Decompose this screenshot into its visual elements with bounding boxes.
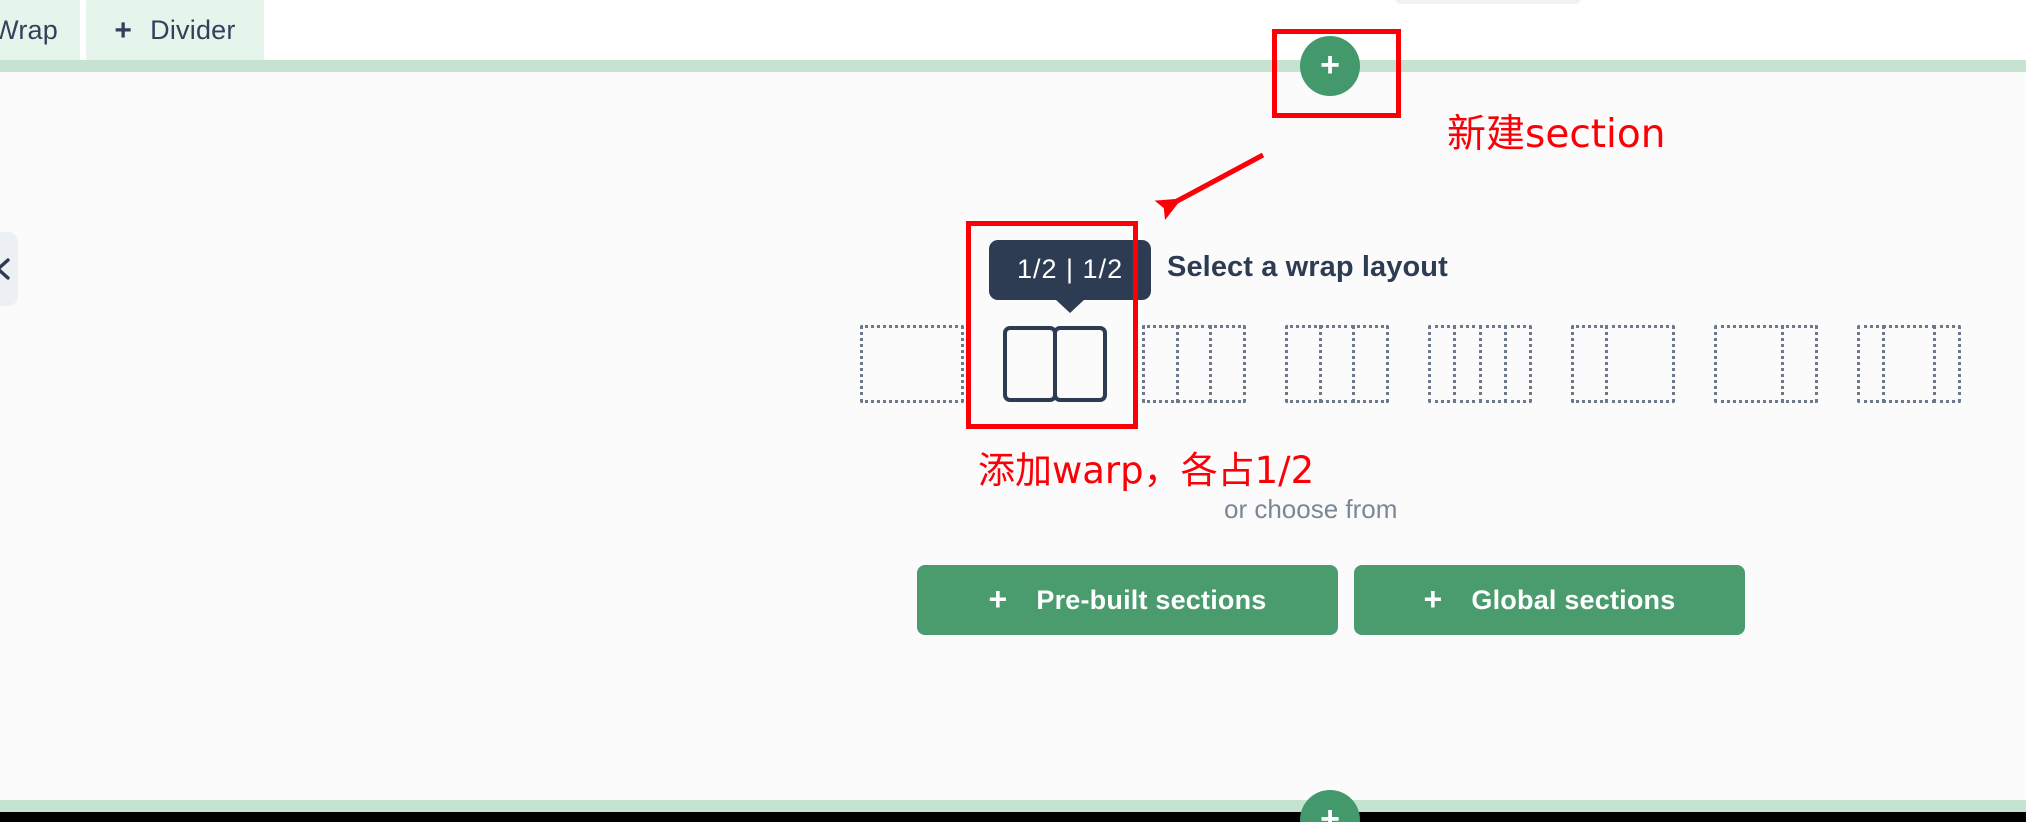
layout-cell	[1428, 325, 1457, 403]
choose-from-label: or choose from	[1224, 494, 1398, 524]
wrap-layout-option-three-equal[interactable]	[1285, 325, 1390, 403]
sidebar-collapse-handle[interactable]	[0, 232, 18, 306]
layout-cell	[1882, 325, 1936, 403]
layout-cell	[1857, 325, 1885, 403]
wrap-layout-option-narrow-wide[interactable]	[1857, 325, 1961, 403]
wrap-layout-option-three-columns[interactable]	[1142, 325, 1247, 403]
layout-cell	[1478, 325, 1507, 403]
layout-cell	[1175, 325, 1213, 403]
plus-icon: +	[1423, 581, 1443, 617]
toolbar-button-wrap-label: Wrap	[0, 15, 58, 45]
toolbar-button-divider[interactable]: + Divider	[86, 0, 264, 67]
wrap-layout-options	[860, 325, 1961, 403]
layout-cell	[1318, 325, 1356, 403]
layout-cell	[1003, 326, 1057, 402]
layout-cell	[1933, 325, 1961, 403]
section-divider-top	[0, 60, 2026, 72]
layout-cell	[1604, 325, 1676, 403]
toolbar-chrome-fragment	[1396, 0, 1580, 4]
layout-cell	[1453, 325, 1482, 403]
layout-cell	[1352, 325, 1390, 403]
layout-cell	[860, 325, 964, 403]
plus-icon: +	[988, 581, 1008, 617]
layout-cell	[1781, 325, 1819, 403]
layout-cell	[1142, 325, 1179, 403]
layout-cell	[1571, 325, 1608, 403]
prebuilt-sections-label: Pre-built sections	[1036, 584, 1267, 615]
toolbar-button-wrap[interactable]: Wrap	[0, 0, 80, 67]
plus-icon: +	[1320, 799, 1340, 822]
layout-cell	[1714, 325, 1785, 403]
wrap-layout-tooltip: 1/2 | 1/2	[989, 240, 1152, 300]
layout-cell	[1209, 325, 1247, 403]
editor-canvas	[0, 72, 2026, 800]
layout-cell	[1053, 326, 1107, 402]
add-section-button-top[interactable]: +	[1300, 36, 1360, 96]
section-divider-bottom	[0, 800, 2026, 812]
prebuilt-sections-button[interactable]: + Pre-built sections	[917, 565, 1338, 635]
layout-cell	[1503, 325, 1532, 403]
wrap-layout-option-four-columns[interactable]	[1428, 325, 1532, 403]
viewport-bottom-edge	[0, 812, 2026, 822]
global-sections-button[interactable]: + Global sections	[1354, 565, 1745, 635]
wrap-layout-option-half-half[interactable]	[1003, 326, 1107, 402]
wrap-picker-title: Select a wrap layout	[1167, 251, 1448, 283]
wrap-layout-option-one-third-two-thirds[interactable]	[1571, 325, 1676, 403]
app-root: Wrap + Divider + + Select a wrap layout	[0, 0, 2026, 822]
layout-cell	[1285, 325, 1322, 403]
plus-icon: +	[114, 13, 133, 47]
toolbar-button-divider-label: Divider	[150, 15, 236, 45]
chevron-left-icon	[0, 256, 12, 282]
global-sections-label: Global sections	[1471, 584, 1676, 615]
wrap-layout-option-two-thirds-one-third[interactable]	[1714, 325, 1819, 403]
wrap-layout-option-full[interactable]	[860, 325, 964, 403]
plus-icon: +	[1320, 45, 1340, 84]
